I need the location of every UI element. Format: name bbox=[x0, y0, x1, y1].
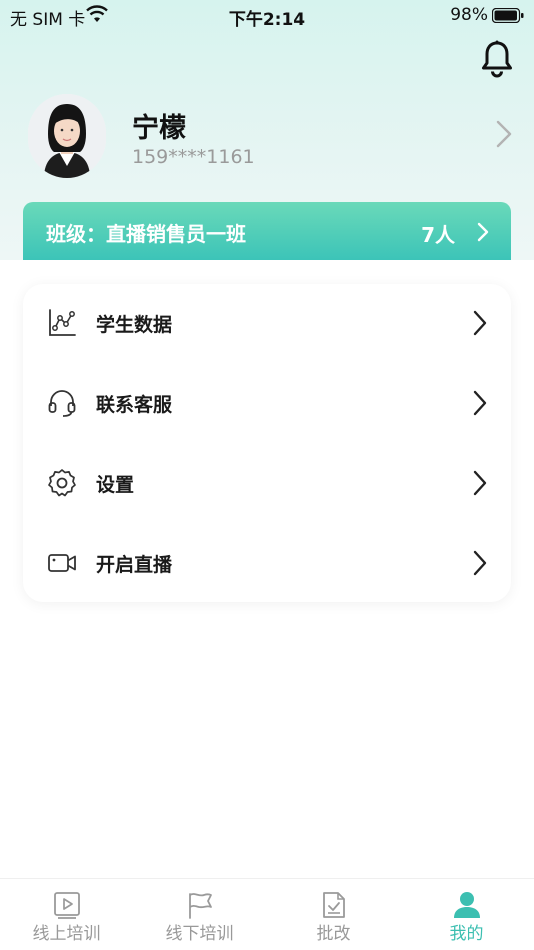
menu-item-customer-service[interactable]: 联系客服 bbox=[23, 364, 511, 444]
tab-bar: 线上培训 线下培训 批改 我的 bbox=[0, 878, 534, 950]
data-chart-icon bbox=[49, 309, 76, 336]
flag-icon bbox=[189, 893, 212, 919]
tab-label: 线上培训 bbox=[32, 924, 101, 944]
menu-item-settings[interactable]: 设置 bbox=[23, 444, 511, 524]
menu-item-student-data[interactable]: 学生数据 bbox=[23, 284, 511, 364]
battery-icon bbox=[492, 8, 524, 23]
menu-item-label: 设置 bbox=[96, 474, 135, 496]
chevron-right-icon bbox=[473, 390, 487, 416]
class-count: 7人 bbox=[421, 223, 455, 247]
tab-label: 线下培训 bbox=[165, 924, 234, 944]
avatar[interactable] bbox=[28, 94, 106, 178]
tab-offline-training[interactable]: 线下培训 bbox=[133, 879, 266, 950]
play-screen-icon bbox=[54, 892, 80, 919]
menu-card: 学生数据 联系客服 设置 开启直播 bbox=[23, 284, 511, 602]
checklist-icon bbox=[323, 892, 345, 918]
menu-item-label: 开启直播 bbox=[96, 554, 173, 576]
class-bar[interactable]: 班级：直播销售员一班 7人 bbox=[23, 202, 511, 260]
gear-icon bbox=[48, 469, 76, 497]
person-icon bbox=[454, 892, 480, 918]
chevron-right-icon bbox=[473, 550, 487, 576]
headset-icon bbox=[48, 390, 76, 417]
avatar-portrait-icon bbox=[28, 94, 106, 178]
tab-label: 批改 bbox=[316, 924, 351, 944]
user-name: 宁檬 bbox=[132, 113, 186, 144]
tab-label: 我的 bbox=[449, 924, 484, 944]
menu-item-label: 联系客服 bbox=[96, 394, 173, 416]
profile-chevron-right-icon[interactable] bbox=[496, 120, 512, 148]
menu-item-start-live[interactable]: 开启直播 bbox=[23, 524, 511, 604]
menu-item-label: 学生数据 bbox=[96, 314, 173, 336]
video-camera-icon bbox=[48, 554, 76, 572]
tab-mine[interactable]: 我的 bbox=[400, 879, 533, 950]
class-chevron-right-icon bbox=[477, 222, 489, 242]
tab-online-training[interactable]: 线上培训 bbox=[0, 879, 133, 950]
tab-grading[interactable]: 批改 bbox=[267, 879, 400, 950]
class-label: 班级：直播销售员一班 bbox=[46, 222, 246, 246]
battery-percent: 98% bbox=[450, 5, 488, 25]
chevron-right-icon bbox=[473, 310, 487, 336]
status-bar: 无 SIM 卡 下午2:14 98% bbox=[0, 0, 534, 30]
chevron-right-icon bbox=[473, 470, 487, 496]
user-phone: 159****1161 bbox=[132, 146, 255, 168]
bell-icon[interactable] bbox=[480, 40, 514, 78]
